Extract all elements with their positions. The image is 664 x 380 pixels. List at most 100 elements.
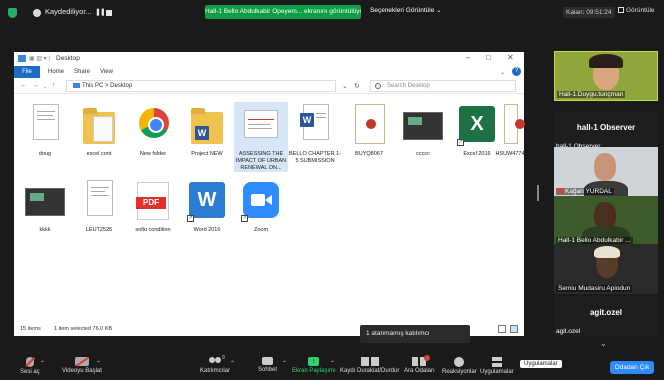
participant-tile[interactable]: agit.ozel agit.ozel xyxy=(554,296,658,336)
file-label: excel cont xyxy=(86,151,112,157)
participant-name: Hall-1 Bello Abdulkabir ... xyxy=(556,237,633,244)
participants-caret-icon[interactable]: ⌃ xyxy=(230,360,235,367)
recording-label: Kaydediliyor... xyxy=(45,7,92,16)
participant-tile[interactable]: Hall-1 Bello Abdulkabir ... xyxy=(554,196,658,246)
tab-view[interactable]: View xyxy=(100,69,113,75)
security-shield-icon[interactable] xyxy=(8,8,17,18)
unmute-button[interactable]: Sesi aç xyxy=(20,356,40,375)
file-item[interactable]: PDF sofiu condition xyxy=(126,178,180,234)
unassigned-participant-notice: 1 atanmamış katılımcı xyxy=(360,325,470,343)
apps-grid-icon xyxy=(491,357,502,367)
apps-button[interactable]: Uygulamalar xyxy=(480,357,514,375)
explorer-title: Desktop xyxy=(56,55,80,62)
chat-caret-icon[interactable]: ⌃ xyxy=(282,360,287,367)
file-item[interactable]: kkkk xyxy=(18,178,72,234)
chrome-icon xyxy=(133,102,173,148)
participants-button[interactable]: 9 Katılımcılar xyxy=(200,355,230,374)
chevron-down-icon[interactable]: ⌄ xyxy=(600,339,607,348)
folder-icon xyxy=(79,102,119,148)
certificate-icon xyxy=(504,102,525,148)
participant-title: agit.ozel xyxy=(589,308,622,317)
view-options-dropdown[interactable]: Seçenekleri Görüntüle ⌄ xyxy=(370,6,442,14)
file-item[interactable]: W BELLO CHAPTER 1-5 SUBMISSION xyxy=(288,102,342,165)
chat-button[interactable]: Sohbet xyxy=(258,357,277,373)
participant-tile[interactable]: Kağan YURDAL xyxy=(554,147,658,197)
pause-recording-icon[interactable]: ❚❚ xyxy=(95,8,106,16)
search-input[interactable]: Search Desktop xyxy=(370,80,516,92)
search-icon xyxy=(375,83,381,89)
file-label: Word 2016 xyxy=(193,227,221,233)
file-item[interactable]: ccccc xyxy=(396,102,450,158)
panel-resize-handle[interactable] xyxy=(537,185,539,201)
muted-mic-icon xyxy=(558,188,563,194)
address-dropdown-icon[interactable]: ⌄ xyxy=(342,82,348,90)
back-arrow-icon[interactable]: ← xyxy=(20,82,27,89)
participant-name: Semiu Mudasiru Apiodun xyxy=(556,285,633,292)
file-item[interactable]: doug xyxy=(18,102,72,158)
participant-tile[interactable]: Semiu Mudasiru Apiodun xyxy=(554,244,658,294)
meeting-toolbar: Sesi aç ⌃ Videoyu Başlat ⌃ 9 Katılımcıla… xyxy=(0,354,664,380)
pause-stop-icon xyxy=(360,357,379,366)
participant-tile[interactable]: hall-1 Observer hall-1 Observer xyxy=(554,111,658,151)
ribbon-expand-icon[interactable]: ⌄ xyxy=(500,69,505,76)
large-icons-view-icon[interactable] xyxy=(510,325,518,333)
muted-microphone-icon xyxy=(25,356,35,367)
file-item-selected[interactable]: ASSESSING THE IMPACT OF URBAN RENEWAL ON… xyxy=(234,102,288,172)
breakout-rooms-button[interactable]: Ara Odaları xyxy=(404,355,435,374)
pdf-icon: PDF xyxy=(133,178,173,224)
shared-file-explorer: ▣ ▥ ▾ | Desktop – □ ✕ File Home Share Vi… xyxy=(14,52,525,336)
participant-title: hall-1 Observer xyxy=(576,123,636,132)
gallery-view-button[interactable]: Görüntüle xyxy=(618,7,655,14)
file-item[interactable]: HSUW4774 xyxy=(495,102,525,158)
audio-options-caret-icon[interactable]: ⌃ xyxy=(40,360,45,367)
item-count: 15 items xyxy=(20,326,41,332)
unmute-label: Sesi aç xyxy=(20,369,40,375)
video-off-icon xyxy=(74,357,89,367)
word-folder-icon: W xyxy=(187,102,227,148)
file-item[interactable]: New folder xyxy=(126,102,180,158)
participant-name-muted: agit.ozel xyxy=(556,328,580,335)
file-item[interactable]: excel cont xyxy=(72,102,126,158)
refresh-icon[interactable]: ↻ xyxy=(354,82,360,90)
share-caret-icon[interactable]: ⌃ xyxy=(330,360,335,367)
document-icon xyxy=(25,102,65,148)
file-label: kkkk xyxy=(39,227,51,233)
shortcut-arrow-icon: ↗ xyxy=(457,139,464,146)
breadcrumb: This PC > Desktop xyxy=(82,83,133,89)
participant-tile[interactable]: Hall-1.Duygu.tunçman xyxy=(554,51,658,101)
reactions-smile-icon xyxy=(454,357,465,367)
close-icon[interactable]: ✕ xyxy=(507,53,514,62)
maximize-icon[interactable]: □ xyxy=(486,53,491,62)
file-item[interactable]: W Project NEW xyxy=(180,102,234,158)
tab-file[interactable]: File xyxy=(14,66,40,78)
reactions-button[interactable]: Reaksiyonlar xyxy=(442,357,477,375)
participants-gallery: Hall-1.Duygu.tunçman hall-1 Observer hal… xyxy=(546,26,664,354)
details-view-icon[interactable] xyxy=(498,325,506,333)
recent-locations-icon[interactable]: ⌄ xyxy=(43,84,47,90)
help-icon[interactable]: ? xyxy=(512,67,521,76)
stop-recording-icon[interactable] xyxy=(106,10,112,16)
video-options-caret-icon[interactable]: ⌃ xyxy=(96,360,101,367)
leave-room-button[interactable]: Odadan Çık xyxy=(610,361,654,374)
file-item[interactable]: BUYQ8067 xyxy=(342,102,396,158)
word-app-icon: W ↗ xyxy=(187,178,227,224)
excel-icon: X ↗ xyxy=(457,102,497,148)
minimize-icon[interactable]: – xyxy=(466,53,470,62)
file-item[interactable]: ↗ Zoom xyxy=(234,178,288,234)
file-item[interactable]: LEUT2525 xyxy=(72,178,126,234)
up-arrow-icon[interactable]: ↑ xyxy=(52,82,56,89)
breakout-rooms-label: Ara Odaları xyxy=(404,368,435,374)
start-video-label: Videoyu Başlat xyxy=(62,368,102,374)
address-bar[interactable]: This PC > Desktop xyxy=(66,80,336,92)
tab-home[interactable]: Home xyxy=(48,69,64,75)
forward-arrow-icon[interactable]: → xyxy=(32,82,39,89)
file-item[interactable]: X ↗ Excel 2016 xyxy=(450,102,504,158)
participant-video xyxy=(594,153,616,181)
explorer-title-bar: ▣ ▥ ▾ | Desktop – □ ✕ xyxy=(14,52,524,66)
participant-name: Hall-1.Duygu.tunçman xyxy=(557,91,626,98)
pause-stop-recording-button[interactable]: Kaydı Duraklat/Durdur xyxy=(340,357,399,374)
tab-share[interactable]: Share xyxy=(74,69,90,75)
explorer-ribbon: File Home Share View ⌄ ? xyxy=(14,66,524,78)
participant-name: Kağan YURDAL xyxy=(565,188,612,195)
file-item[interactable]: W ↗ Word 2016 xyxy=(180,178,234,234)
